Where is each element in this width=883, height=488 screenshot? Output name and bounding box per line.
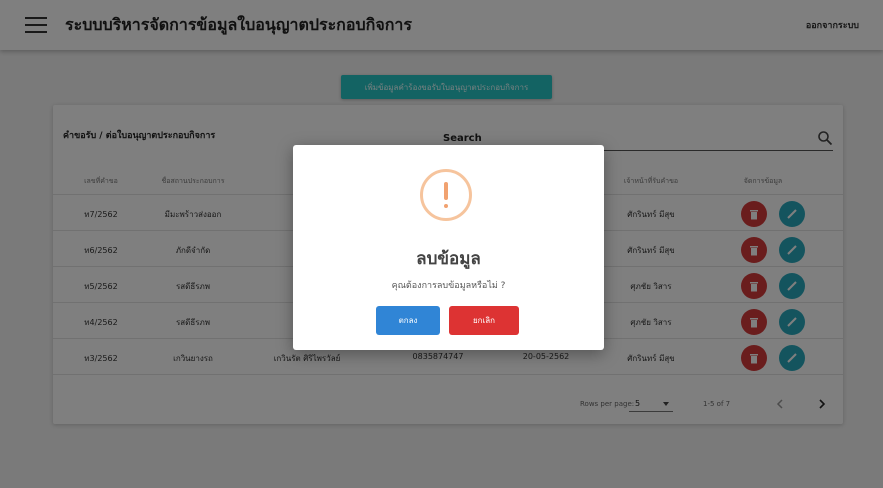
dialog-title: ลบข้อมูล [416, 249, 481, 269]
cancel-button[interactable]: ยกเลิก [449, 306, 519, 335]
confirm-button[interactable]: ตกลง [376, 306, 440, 335]
dialog-message: คุณต้องการลบข้อมูลหรือไม่ ? [391, 281, 506, 291]
delete-confirm-dialog: ลบข้อมูล คุณต้องการลบข้อมูลหรือไม่ ? ตกล… [293, 145, 604, 350]
warning-icon [420, 169, 472, 221]
